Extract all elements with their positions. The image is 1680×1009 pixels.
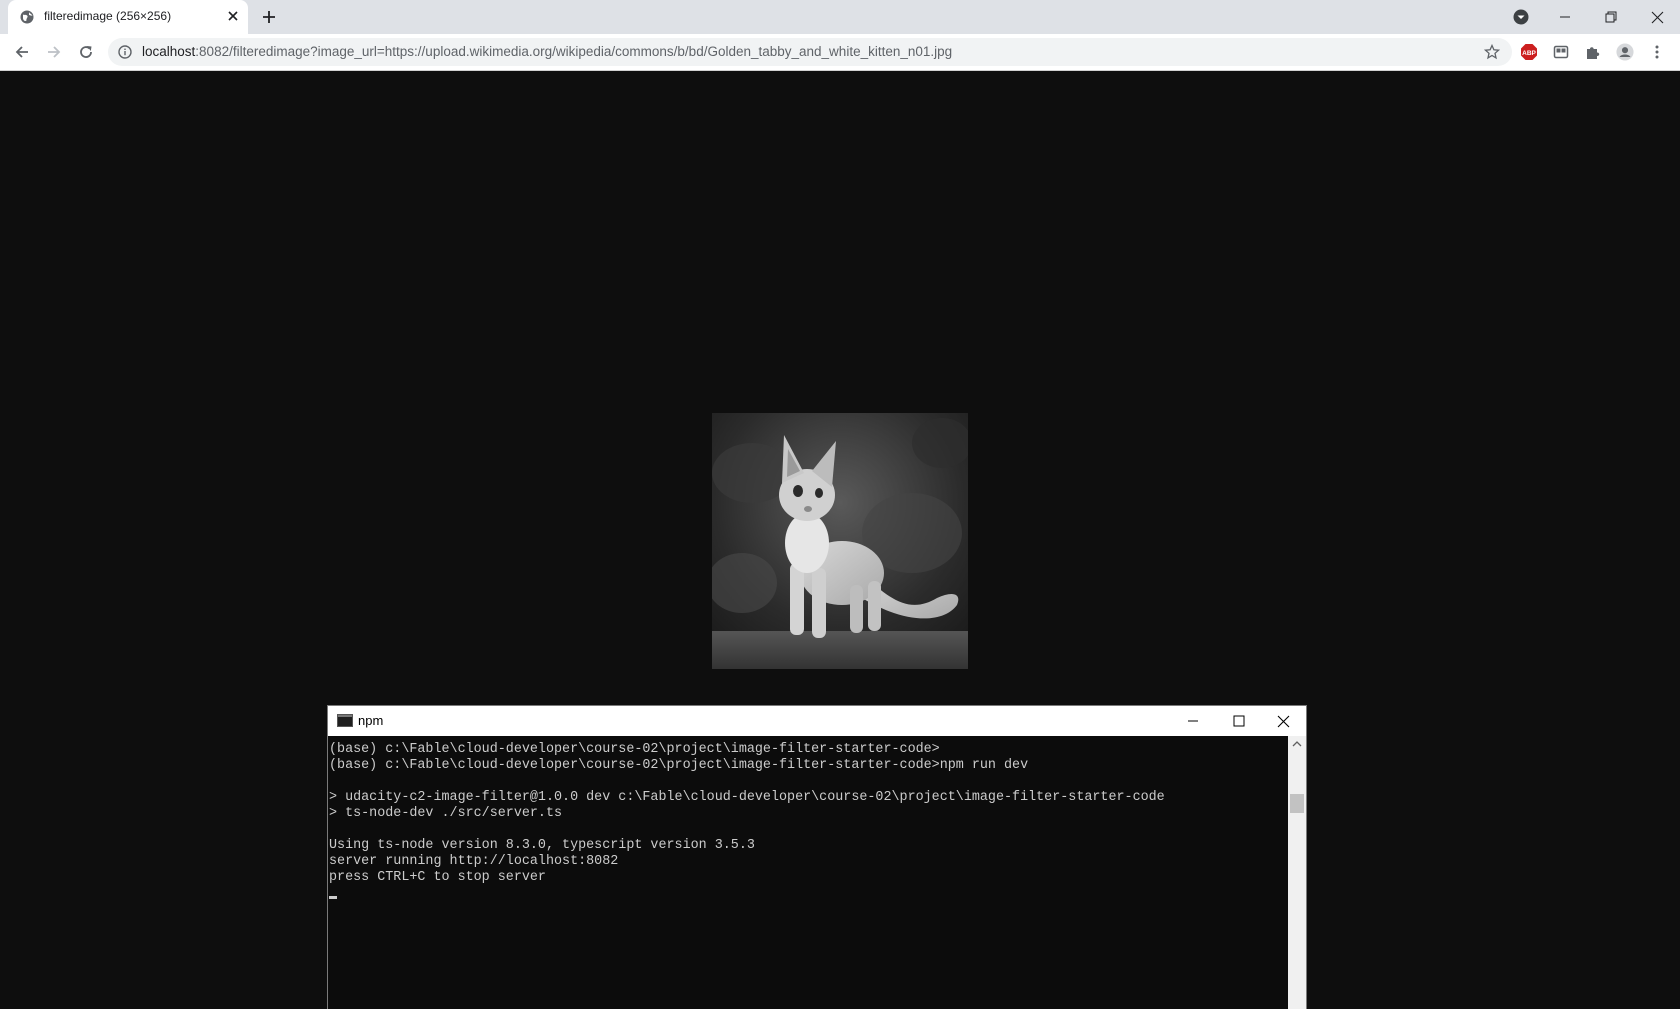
console-icon <box>337 714 353 727</box>
tab-search-button[interactable] <box>1498 0 1544 34</box>
restore-icon <box>1605 11 1617 23</box>
address-url: localhost:8082/filteredimage?image_url=h… <box>142 44 952 59</box>
restore-button[interactable] <box>1588 0 1634 34</box>
browser-tab[interactable]: filteredimage (256×256) <box>8 0 248 34</box>
terminal-line: press CTRL+C to stop server <box>329 870 546 885</box>
minimize-icon <box>1560 16 1570 18</box>
profile-button[interactable] <box>1616 43 1634 61</box>
arrow-right-icon <box>48 46 61 58</box>
reload-icon <box>80 46 92 58</box>
tab-title: filteredimage (256×256) <box>44 9 172 23</box>
avatar-icon <box>1616 43 1634 61</box>
terminal-output[interactable]: (base) c:\Fable\cloud-developer\course-0… <box>328 736 1288 1009</box>
terminal-minimize-button[interactable] <box>1170 706 1216 736</box>
bookmark-star-icon[interactable] <box>1484 44 1500 60</box>
terminal-titlebar[interactable]: npm <box>328 706 1306 736</box>
address-bar[interactable]: localhost:8082/filteredimage?image_url=h… <box>108 38 1512 66</box>
arrow-left-icon <box>15 46 28 58</box>
scrollbar-thumb[interactable] <box>1290 794 1304 813</box>
maximize-icon <box>1233 715 1245 727</box>
terminal-close-button[interactable] <box>1260 706 1306 736</box>
scroll-up-arrow-icon[interactable] <box>1291 739 1303 749</box>
chevron-down-circle-icon <box>1513 9 1529 25</box>
kebab-menu-icon <box>1655 45 1659 59</box>
adblock-label: ABP <box>1522 50 1536 57</box>
terminal-line: Using ts-node version 8.3.0, typescript … <box>329 838 755 853</box>
back-button[interactable] <box>12 42 32 62</box>
puzzle-icon <box>1587 47 1600 59</box>
new-tab-icon[interactable] <box>260 8 278 26</box>
url-path: :8082/filteredimage?image_url=https://up… <box>195 44 953 59</box>
filtered-kitten-image <box>712 413 968 669</box>
terminal-line: (base) c:\Fable\cloud-developer\course-0… <box>329 758 1029 773</box>
tab-strip: filteredimage (256×256) <box>0 0 1680 34</box>
terminal-line: > udacity-c2-image-filter@1.0.0 dev c:\F… <box>329 790 1165 805</box>
close-window-button[interactable] <box>1634 0 1680 34</box>
info-icon[interactable] <box>118 45 132 59</box>
reload-button[interactable] <box>76 42 96 62</box>
url-host: localhost <box>142 44 196 59</box>
minimize-icon <box>1188 720 1198 722</box>
terminal-scrollbar[interactable] <box>1288 736 1306 1009</box>
terminal-line: > ts-node-dev ./src/server.ts <box>329 806 563 821</box>
browser-toolbar: localhost:8082/filteredimage?image_url=h… <box>0 34 1680 71</box>
minimize-button[interactable] <box>1542 0 1588 34</box>
terminal-line: (base) c:\Fable\cloud-developer\course-0… <box>329 742 940 757</box>
forward-button[interactable] <box>44 42 64 62</box>
terminal-cursor <box>329 896 337 899</box>
adblock-icon: ABP <box>1521 44 1537 60</box>
adblock-extension-button[interactable]: ABP <box>1520 43 1538 61</box>
kitten-photo <box>712 413 968 669</box>
terminal-line: server running http://localhost:8082 <box>329 854 619 869</box>
media-extension-button[interactable] <box>1552 43 1570 61</box>
media-router-icon <box>1553 45 1569 59</box>
terminal-title: npm <box>358 713 384 728</box>
globe-icon <box>20 10 34 24</box>
close-icon <box>1651 11 1663 23</box>
terminal-maximize-button[interactable] <box>1216 706 1262 736</box>
extensions-button[interactable] <box>1584 43 1602 61</box>
close-icon <box>1277 715 1289 727</box>
menu-button[interactable] <box>1648 43 1666 61</box>
close-tab-icon[interactable] <box>226 9 240 23</box>
terminal-window[interactable]: npm (base) c:\Fable\cloud-developer\cour… <box>327 705 1307 1009</box>
